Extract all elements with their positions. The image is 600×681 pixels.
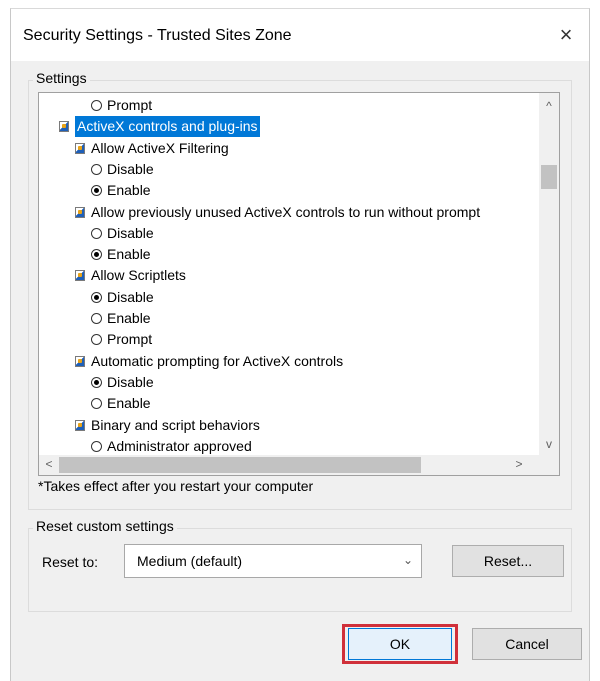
- setting-label: Disable: [107, 224, 154, 241]
- setting-label: Disable: [107, 288, 154, 305]
- setting-item[interactable]: Allow previously unused ActiveX controls…: [75, 202, 480, 223]
- close-button[interactable]: ×: [549, 19, 583, 51]
- settings-icon: [75, 206, 85, 218]
- horizontal-scroll-thumb[interactable]: [59, 457, 421, 473]
- setting-label: Disable: [107, 160, 154, 177]
- setting-label: Binary and script behaviors: [91, 416, 260, 433]
- settings-group-label: Settings: [33, 70, 90, 86]
- radio-unchecked-icon[interactable]: [91, 227, 102, 239]
- reset-group-label: Reset custom settings: [33, 518, 177, 534]
- radio-unchecked-icon[interactable]: [91, 398, 102, 410]
- setting-option-radio[interactable]: Administrator approved: [91, 436, 252, 457]
- setting-label: Prompt: [107, 331, 153, 348]
- restart-note: *Takes effect after you restart your com…: [38, 478, 314, 494]
- setting-label: Enable: [107, 310, 151, 326]
- setting-label: Allow Scriptlets: [91, 267, 186, 284]
- setting-label: Enable: [107, 182, 151, 199]
- radio-checked-icon[interactable]: [91, 376, 102, 388]
- setting-option-radio[interactable]: Enable: [91, 180, 151, 201]
- horizontal-scrollbar[interactable]: < >: [39, 455, 559, 475]
- cancel-button-label: Cancel: [505, 636, 549, 652]
- setting-option-radio[interactable]: Disable: [91, 159, 154, 180]
- scroll-up-icon[interactable]: ^: [539, 99, 559, 113]
- setting-option-radio[interactable]: Disable: [91, 287, 154, 308]
- reset-level-select[interactable]: Medium (default) ⌄: [124, 544, 422, 578]
- settings-icon: [75, 355, 85, 367]
- settings-icon: [75, 142, 85, 154]
- settings-tree[interactable]: Prompt ActiveX controls and plug-ins Allow…: [38, 92, 560, 476]
- setting-option-radio[interactable]: Disable: [91, 372, 154, 393]
- scrollbar-corner: [539, 455, 559, 475]
- setting-option-radio[interactable]: Disable: [91, 223, 154, 244]
- scroll-down-icon[interactable]: v: [539, 437, 559, 451]
- radio-unchecked-icon[interactable]: [91, 100, 102, 111]
- setting-option-radio[interactable]: Prompt: [91, 95, 152, 116]
- reset-button[interactable]: Reset...: [452, 545, 564, 577]
- vertical-scrollbar[interactable]: ^ v: [539, 93, 559, 455]
- setting-label: Administrator approved: [107, 437, 252, 454]
- radio-unchecked-icon[interactable]: [91, 440, 102, 452]
- scroll-right-icon[interactable]: >: [509, 457, 529, 471]
- chevron-down-icon: ⌄: [402, 553, 413, 567]
- ok-highlight-box: [342, 624, 458, 664]
- window-title: Security Settings - Trusted Sites Zone: [23, 27, 292, 44]
- radio-checked-icon[interactable]: [91, 291, 102, 303]
- close-icon: ×: [559, 22, 573, 47]
- setting-option-radio[interactable]: Prompt: [91, 329, 152, 350]
- setting-option-radio[interactable]: Enable: [91, 308, 151, 329]
- settings-icon: [75, 419, 85, 431]
- radio-checked-icon[interactable]: [91, 185, 102, 197]
- scroll-left-icon[interactable]: <: [39, 457, 59, 471]
- setting-label: Allow ActiveX Filtering: [91, 139, 229, 156]
- setting-item[interactable]: Automatic prompting for ActiveX controls: [75, 351, 343, 372]
- setting-option-radio[interactable]: Enable: [91, 244, 151, 265]
- setting-option-radio[interactable]: Enable: [91, 393, 151, 414]
- setting-label: Allow previously unused ActiveX controls…: [91, 203, 481, 220]
- setting-item[interactable]: Allow Scriptlets: [75, 265, 186, 286]
- radio-unchecked-icon[interactable]: [91, 313, 102, 324]
- setting-label: Disable: [107, 373, 154, 390]
- setting-label: Enable: [107, 246, 151, 263]
- settings-icon: [75, 270, 85, 282]
- setting-label: ActiveX controls and plug-ins: [75, 116, 260, 138]
- radio-checked-icon[interactable]: [91, 249, 102, 261]
- setting-label: Prompt: [107, 97, 153, 113]
- setting-item[interactable]: Allow ActiveX Filtering: [75, 138, 229, 159]
- setting-label: Enable: [107, 395, 151, 412]
- setting-item[interactable]: Binary and script behaviors: [75, 415, 260, 436]
- reset-level-value: Medium (default): [137, 553, 243, 569]
- settings-icon: [59, 121, 69, 133]
- radio-unchecked-icon[interactable]: [91, 163, 102, 175]
- reset-button-label: Reset...: [483, 553, 533, 569]
- settings-category[interactable]: ActiveX controls and plug-ins: [59, 116, 260, 138]
- vertical-scroll-thumb[interactable]: [541, 165, 557, 189]
- radio-unchecked-icon[interactable]: [91, 334, 102, 346]
- cancel-button[interactable]: Cancel: [472, 628, 582, 660]
- reset-to-label: Reset to:: [42, 554, 99, 570]
- setting-label: Automatic prompting for ActiveX controls: [91, 352, 344, 369]
- title-bar: Security Settings - Trusted Sites Zone ×: [11, 9, 589, 61]
